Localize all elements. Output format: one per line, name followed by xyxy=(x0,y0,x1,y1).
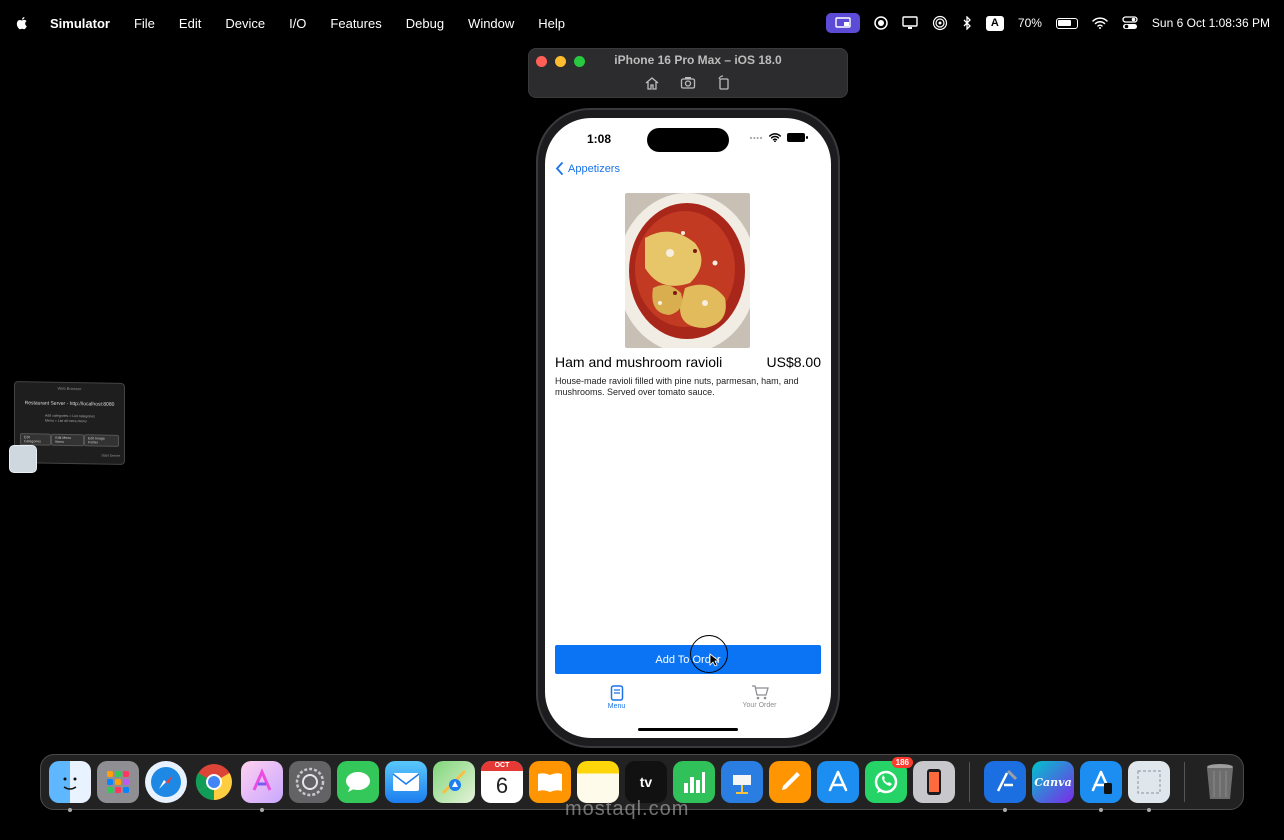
menu-bar-left: Simulator File Edit Device I/O Features … xyxy=(14,15,577,31)
menu-clock[interactable]: Sun 6 Oct 1:08:36 PM xyxy=(1152,16,1270,30)
dynamic-island xyxy=(647,128,729,152)
preview-icon[interactable] xyxy=(1128,761,1170,812)
dish-photo xyxy=(625,193,750,348)
simulator-tools xyxy=(529,75,847,91)
mouse-cursor-icon xyxy=(709,653,719,667)
menu-app-name[interactable]: Simulator xyxy=(38,16,122,31)
dock-icons: OCT 6 tv 186 Canva xyxy=(49,757,1241,812)
home-indicator xyxy=(638,728,738,731)
menu-help[interactable]: Help xyxy=(526,16,577,31)
maps-icon[interactable] xyxy=(433,761,475,803)
canva-icon[interactable]: Canva xyxy=(1032,761,1074,803)
bluetooth-icon[interactable] xyxy=(962,16,972,30)
server-window-title: Web Browser xyxy=(57,385,82,392)
server-window-heading: Restaurant Server - http://localhost:808… xyxy=(24,400,115,408)
tab-bar: Menu Your Order xyxy=(545,685,831,725)
simulator-icon[interactable] xyxy=(1080,761,1122,812)
item-name: Ham and mushroom ravioli xyxy=(555,354,723,370)
menu-device[interactable]: Device xyxy=(213,16,277,31)
calendar-icon[interactable]: OCT 6 xyxy=(481,761,523,803)
tab-your-order[interactable]: Your Order xyxy=(688,685,831,725)
menu-features[interactable]: Features xyxy=(318,16,393,31)
simulator-window-toolbar: iPhone 16 Pro Max – iOS 18.0 xyxy=(528,48,848,98)
numbers-icon[interactable] xyxy=(673,761,715,803)
preview-thumbnail[interactable] xyxy=(9,445,37,473)
menu-bar-status: A 70% Sun 6 Oct 1:08:36 PM xyxy=(825,13,1270,33)
simulator-title: iPhone 16 Pro Max – iOS 18.0 xyxy=(614,53,782,67)
cart-icon xyxy=(751,685,769,700)
screen-share-status-icon[interactable] xyxy=(825,13,860,33)
record-icon[interactable] xyxy=(874,16,888,30)
start-server-label[interactable]: Start Server xyxy=(101,454,120,458)
edit-image-folder-button[interactable]: Edit Image Folder xyxy=(84,434,119,447)
tab-menu[interactable]: Menu xyxy=(545,685,688,725)
phone-wifi-icon xyxy=(769,133,781,142)
phone-battery-icon xyxy=(787,133,808,142)
edit-menu-items-button[interactable]: Edit Menu Items xyxy=(51,433,85,447)
menu-debug[interactable]: Debug xyxy=(394,16,456,31)
trash-icon[interactable] xyxy=(1199,761,1241,803)
back-button[interactable]: Appetizers xyxy=(555,162,620,175)
tab-menu-label: Menu xyxy=(607,703,626,710)
canva-icon-label: Canva xyxy=(1034,775,1072,789)
mail-icon[interactable] xyxy=(385,761,427,803)
whatsapp-badge: 186 xyxy=(891,757,913,768)
whatsapp-icon[interactable]: 186 xyxy=(865,757,913,803)
rotate-icon[interactable] xyxy=(716,75,732,91)
input-source-icon[interactable]: A xyxy=(985,15,1004,31)
menu-bar: Simulator File Edit Device I/O Features … xyxy=(0,0,1284,46)
watermark: mostaql.com xyxy=(565,798,690,820)
menu-io[interactable]: I/O xyxy=(277,16,318,31)
appstore-icon[interactable] xyxy=(817,761,859,803)
back-button-label: Appetizers xyxy=(568,162,620,175)
display-icon[interactable] xyxy=(902,16,918,30)
server-window-buttons: Edit Categories Edit Menu Items Edit Ima… xyxy=(20,433,119,447)
calendar-month: OCT xyxy=(481,761,523,771)
launchpad-icon[interactable] xyxy=(97,761,139,803)
dock-separator xyxy=(1184,762,1185,802)
xcode-icon[interactable] xyxy=(984,761,1026,812)
menu-window[interactable]: Window xyxy=(456,16,526,31)
add-to-order-button[interactable]: Add To Order xyxy=(555,645,821,674)
item-price: US$8.00 xyxy=(766,354,821,370)
server-line: Menu = List all menu items xyxy=(45,418,87,424)
settings-icon[interactable] xyxy=(289,761,331,803)
battery-percentage: 70% xyxy=(1017,16,1042,30)
wifi-icon[interactable] xyxy=(1092,17,1108,29)
notes-icon[interactable] xyxy=(577,761,619,803)
iphone-screen: 1:08 Appetizers Ham and mushroom ravioli xyxy=(545,118,831,738)
menu-file[interactable]: File xyxy=(122,16,167,31)
control-center-icon[interactable] xyxy=(1122,16,1138,30)
apple-icon[interactable] xyxy=(14,15,30,31)
safari-icon[interactable] xyxy=(145,761,187,803)
tv-icon-label: tv xyxy=(639,774,653,790)
finder-icon[interactable] xyxy=(49,761,91,812)
messages-icon[interactable] xyxy=(337,761,379,803)
edit-categories-button[interactable]: Edit Categories xyxy=(20,433,52,446)
dock-separator xyxy=(969,762,970,802)
chevron-left-icon xyxy=(555,162,563,175)
home-icon[interactable] xyxy=(644,75,660,91)
airdrop-icon[interactable] xyxy=(932,15,948,31)
books-icon[interactable] xyxy=(529,761,571,803)
iphone-icon[interactable] xyxy=(913,761,955,803)
screenshot-icon[interactable] xyxy=(680,75,696,91)
status-icons xyxy=(749,133,808,142)
calendar-day: 6 xyxy=(495,773,509,798)
menu-book-icon xyxy=(610,685,623,701)
signal-dots-icon xyxy=(750,136,762,139)
keynote-icon[interactable] xyxy=(721,761,763,803)
ai-app-icon[interactable] xyxy=(241,761,283,812)
pages-icon[interactable] xyxy=(769,761,811,803)
chrome-icon[interactable] xyxy=(193,761,235,803)
server-window-lines: Add categories = List categories Menu = … xyxy=(45,414,95,425)
battery-icon[interactable] xyxy=(1055,17,1078,29)
menu-edit[interactable]: Edit xyxy=(167,16,213,31)
tab-your-order-label: Your Order xyxy=(742,702,777,709)
tv-icon[interactable]: tv xyxy=(625,761,667,803)
item-description: House-made ravioli filled with pine nuts… xyxy=(555,376,799,397)
status-time: 1:08 xyxy=(587,132,612,146)
